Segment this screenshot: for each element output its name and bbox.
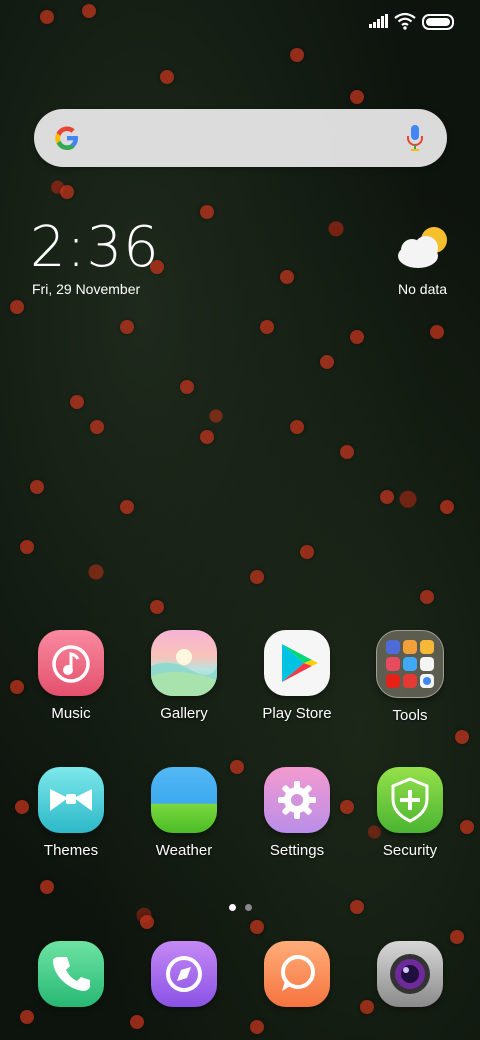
- wifi-icon: [394, 12, 416, 30]
- status-bar: [0, 0, 480, 44]
- dock-browser[interactable]: [129, 941, 239, 1007]
- app-themes[interactable]: Themes: [16, 767, 126, 859]
- app-label: Music: [51, 705, 91, 722]
- app-folder-tools[interactable]: Tools: [355, 630, 465, 724]
- play-store-icon: [264, 630, 330, 696]
- google-search-bar[interactable]: [34, 109, 447, 167]
- app-music[interactable]: Music: [16, 630, 126, 722]
- music-note-icon: [38, 630, 104, 696]
- dock-phone[interactable]: [16, 941, 126, 1007]
- clock-time[interactable]: 2:36: [30, 218, 160, 278]
- dock-camera[interactable]: [355, 941, 465, 1007]
- app-gallery[interactable]: Gallery: [129, 630, 239, 722]
- google-g-icon: [55, 126, 78, 150]
- gallery-sunset-icon: [151, 630, 217, 696]
- app-label: Gallery: [160, 705, 208, 722]
- partly-cloudy-icon[interactable]: [396, 224, 452, 274]
- phone-icon: [38, 941, 104, 1007]
- camera-lens-icon: [377, 941, 443, 1007]
- dock-messaging[interactable]: [242, 941, 352, 1007]
- page-indicator: [229, 898, 261, 916]
- chat-bubble-icon: [264, 941, 330, 1007]
- folder-grid-icon: [376, 630, 444, 698]
- app-weather[interactable]: Weather: [129, 767, 239, 859]
- weather-landscape-icon: [151, 767, 217, 833]
- bowtie-icon: [38, 767, 104, 833]
- gear-icon: [264, 767, 330, 833]
- app-label: Themes: [43, 842, 99, 859]
- app-label: Settings: [269, 842, 325, 859]
- shield-plus-icon: [377, 767, 443, 833]
- clock-date: Fri, 29 November: [32, 281, 141, 297]
- microphone-icon[interactable]: [405, 124, 425, 152]
- app-label: Weather: [155, 842, 213, 859]
- app-play-store[interactable]: Play Store: [242, 630, 352, 722]
- page-dot-active: [229, 904, 236, 911]
- weather-status: No data: [398, 281, 448, 297]
- app-settings[interactable]: Settings: [242, 767, 352, 859]
- app-label: Play Store: [262, 705, 332, 722]
- signal-icon: [369, 14, 388, 28]
- battery-icon: [422, 14, 454, 30]
- page-dot: [245, 904, 252, 911]
- browser-icon: [151, 941, 217, 1007]
- app-security[interactable]: Security: [355, 767, 465, 859]
- app-label: Security: [382, 842, 438, 859]
- app-label: Tools: [392, 707, 428, 724]
